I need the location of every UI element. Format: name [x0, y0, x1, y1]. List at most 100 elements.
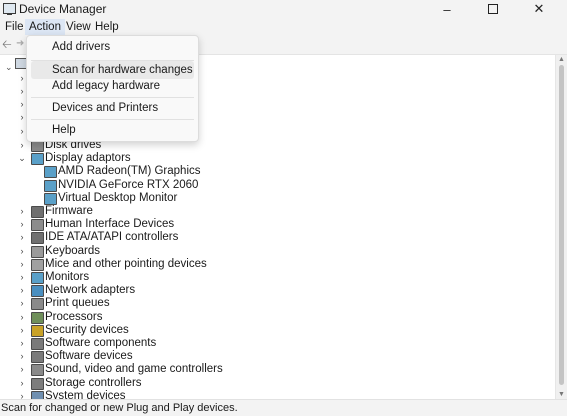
menu-item-devices-printers[interactable]: Devices and Printers: [31, 99, 194, 117]
monitor-icon: [31, 272, 44, 284]
tree-category-item[interactable]: › Mice and other pointing devices: [0, 258, 550, 271]
chevron-right-icon[interactable]: ›: [18, 363, 26, 376]
chevron-right-icon[interactable]: ›: [18, 350, 26, 363]
menu-item-add-drivers[interactable]: Add drivers: [31, 38, 194, 56]
tree-category-item[interactable]: › Processors: [0, 311, 550, 324]
tree-category-item[interactable]: ⌄ Display adaptors: [0, 152, 550, 165]
chevron-right-icon[interactable]: ›: [18, 112, 26, 125]
keyboard-icon: [31, 246, 44, 258]
tree-item-label: IDE ATA/ATAPI controllers: [45, 231, 179, 243]
tree-item-label: Network adapters: [45, 284, 136, 296]
tree-item-label: System devices: [45, 390, 126, 399]
chevron-right-icon[interactable]: ›: [18, 86, 26, 99]
tree-item-label: Human Interface Devices: [45, 218, 175, 230]
tree-item-label: NVIDIA GeForce RTX 2060: [58, 179, 199, 191]
tree-category-item[interactable]: › Print queues: [0, 297, 550, 310]
tree-item-label: Display adaptors: [45, 152, 131, 164]
chevron-right-icon[interactable]: ›: [18, 311, 26, 324]
status-bar: Scan for changed or new Plug and Play de…: [0, 399, 567, 416]
tree-child-item[interactable]: NVIDIA GeForce RTX 2060: [0, 179, 550, 192]
chevron-right-icon[interactable]: ›: [18, 231, 26, 244]
hid-icon: [31, 219, 44, 231]
tree-category-item[interactable]: › Storage controllers: [0, 377, 550, 390]
tree-item-label: Keyboards: [45, 245, 100, 257]
tree-item-label: Storage controllers: [45, 377, 142, 389]
root-chevron-down-icon[interactable]: ⌄: [5, 62, 13, 73]
back-arrow-icon[interactable]: 🡠: [2, 38, 14, 50]
printer-icon: [31, 298, 44, 310]
system-icon: [31, 391, 44, 399]
chevron-right-icon[interactable]: ›: [18, 245, 26, 258]
firmware-icon: [31, 206, 44, 218]
tree-item-label: Virtual Desktop Monitor: [58, 192, 178, 204]
chevron-right-icon[interactable]: ›: [18, 126, 26, 139]
chevron-right-icon[interactable]: ›: [18, 337, 26, 350]
chevron-right-icon[interactable]: ›: [18, 139, 26, 152]
scroll-thumb[interactable]: [559, 65, 564, 385]
tree-category-item[interactable]: › Monitors: [0, 271, 550, 284]
scroll-down-icon[interactable]: ▼: [558, 391, 565, 398]
close-button[interactable]: ✕: [516, 0, 562, 18]
tree-category-item[interactable]: › IDE ATA/ATAPI controllers: [0, 231, 550, 244]
chevron-right-icon[interactable]: ›: [18, 377, 26, 390]
menu-help[interactable]: Help: [91, 19, 123, 35]
monitor-icon: [44, 180, 57, 192]
maximize-icon: [488, 4, 498, 14]
device-manager-icon: [3, 3, 16, 15]
tree-category-item[interactable]: › Network adapters: [0, 284, 550, 297]
software-device-icon: [31, 351, 44, 363]
chevron-right-icon[interactable]: ›: [18, 73, 26, 86]
tree-category-item[interactable]: › Firmware: [0, 205, 550, 218]
tree-category-item[interactable]: › Sound, video and game controllers: [0, 363, 550, 376]
chevron-down-icon[interactable]: ⌄: [18, 152, 26, 165]
tree-category-item[interactable]: › Software devices: [0, 350, 550, 363]
menu-item-help[interactable]: Help: [31, 121, 194, 139]
menu-action[interactable]: Action: [25, 19, 65, 35]
tree-item-label: Sound, video and game controllers: [45, 363, 223, 375]
tree-item-label: Print queues: [45, 297, 110, 309]
vertical-scrollbar[interactable]: ▲ ▼: [555, 55, 567, 399]
chevron-right-icon[interactable]: ›: [18, 99, 26, 112]
tree-category-item[interactable]: › Security devices: [0, 324, 550, 337]
menu-item-add-legacy-hardware[interactable]: Add legacy hardware: [31, 77, 194, 95]
tree-child-item[interactable]: AMD Radeon(TM) Graphics: [0, 165, 550, 178]
maximize-button[interactable]: [470, 0, 516, 18]
chevron-right-icon[interactable]: ›: [18, 258, 26, 271]
forward-arrow-icon[interactable]: ➜: [16, 38, 26, 50]
chevron-right-icon[interactable]: ›: [18, 324, 26, 337]
tree-item-label: Mice and other pointing devices: [45, 258, 207, 270]
monitor-icon: [44, 193, 57, 205]
security-icon: [31, 325, 44, 337]
scroll-up-icon[interactable]: ▲: [558, 56, 565, 63]
tree-item-label: Processors: [45, 311, 103, 323]
menu-separator: [31, 119, 194, 120]
minimize-button[interactable]: –: [424, 0, 470, 18]
menu-view[interactable]: View: [62, 19, 95, 35]
monitor-icon: [31, 153, 44, 165]
tree-category-item[interactable]: › System devices: [0, 390, 550, 399]
storage-icon: [31, 378, 44, 390]
chevron-right-icon[interactable]: ›: [18, 218, 26, 231]
tree-category-item[interactable]: › Software components: [0, 337, 550, 350]
menu-bar: File Action View Help: [0, 18, 567, 36]
tree-category-item[interactable]: › Human Interface Devices: [0, 218, 550, 231]
processor-icon: [31, 312, 44, 324]
menu-file[interactable]: File: [1, 19, 28, 35]
tree-item-label: Software components: [45, 337, 157, 349]
controller-icon: [31, 232, 44, 244]
tree-item-label: AMD Radeon(TM) Graphics: [58, 165, 201, 177]
software-component-icon: [31, 338, 44, 350]
chevron-right-icon[interactable]: ›: [18, 284, 26, 297]
tree-child-item[interactable]: Virtual Desktop Monitor: [0, 192, 550, 205]
network-icon: [31, 285, 44, 297]
monitor-icon: [44, 166, 57, 178]
tree-item-label: Firmware: [45, 205, 93, 217]
tree-category-item[interactable]: › Keyboards: [0, 245, 550, 258]
status-text: Scan for changed or new Plug and Play de…: [1, 402, 238, 414]
chevron-right-icon[interactable]: ›: [18, 297, 26, 310]
speaker-icon: [31, 364, 44, 376]
chevron-right-icon[interactable]: ›: [18, 271, 26, 284]
chevron-right-icon[interactable]: ›: [18, 205, 26, 218]
action-dropdown-menu: Add drivers Scan for hardware changes Ad…: [26, 35, 199, 142]
chevron-right-icon[interactable]: ›: [18, 390, 26, 399]
